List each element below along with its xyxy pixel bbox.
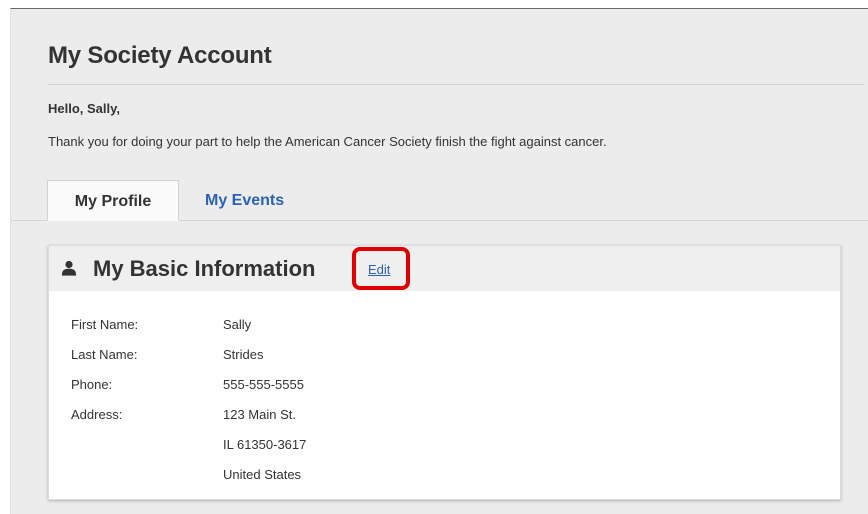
- field-value-last-name: Strides: [223, 347, 264, 362]
- field-label-address: Address:: [71, 407, 123, 422]
- field-value-first-name: Sally: [223, 317, 252, 332]
- basic-information-card: My Basic Information Edit First Name: Sa…: [48, 245, 841, 500]
- account-page: My Society Account Hello, Sally, Thank y…: [10, 8, 868, 514]
- page-title: My Society Account: [48, 42, 272, 69]
- tab-my-profile[interactable]: My Profile: [47, 180, 179, 221]
- field-value-address-country: United States: [223, 467, 302, 482]
- user-icon: [61, 260, 77, 276]
- edit-highlight-box: [352, 247, 410, 290]
- card-header: My Basic Information Edit: [49, 246, 840, 291]
- field-label-last-name: Last Name:: [71, 347, 138, 362]
- tab-my-events[interactable]: My Events: [199, 180, 309, 221]
- title-divider: [48, 84, 864, 85]
- greeting-text: Hello, Sally,: [48, 101, 121, 116]
- field-label-first-name: First Name:: [71, 317, 139, 332]
- card-title: My Basic Information: [93, 256, 316, 281]
- field-value-address-line2: IL 61350-3617: [223, 437, 307, 452]
- field-value-address-line1: 123 Main St.: [223, 407, 296, 422]
- field-value-phone: 555-555-5555: [223, 377, 304, 392]
- field-label-phone: Phone:: [71, 377, 113, 392]
- intro-text: Thank you for doing your part to help th…: [48, 134, 607, 149]
